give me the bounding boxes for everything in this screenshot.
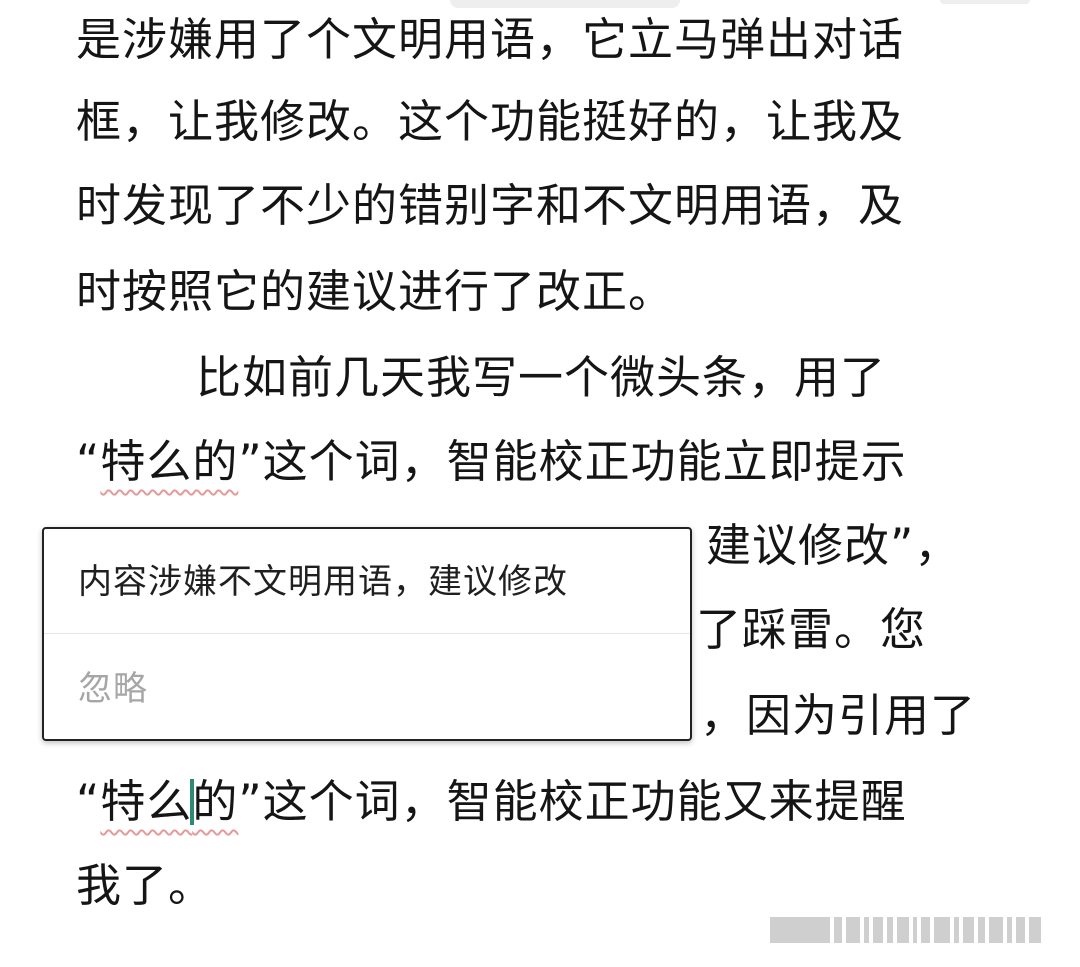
watermark-bar bbox=[846, 917, 860, 943]
watermark-bar bbox=[1007, 917, 1012, 943]
watermark-bar bbox=[954, 917, 959, 943]
text-line-3: 时发现了不少的错别字和不文明用语，及 bbox=[76, 179, 905, 232]
text-line-8-visible: 了踩雷。您 bbox=[696, 603, 927, 656]
popup-divider bbox=[44, 633, 690, 634]
watermark-barcode bbox=[770, 916, 1060, 944]
flagged-word-part-2[interactable]: 的 bbox=[192, 775, 238, 828]
text-line-10: “特么的”这个词，智能校正功能又来提醒 bbox=[76, 772, 907, 832]
suggestion-message[interactable]: 内容涉嫌不文明用语，建议修改 bbox=[78, 557, 568, 607]
watermark-bar bbox=[989, 917, 1003, 943]
ignore-button[interactable]: 忽略 bbox=[78, 664, 148, 714]
text-line-11: 我了。 bbox=[76, 859, 215, 912]
text-line-5: 比如前几天我写一个微头条，用了 bbox=[76, 348, 886, 408]
text-line-5-content: 比如前几天我写一个微头条，用了 bbox=[196, 351, 887, 404]
quote-open: “ bbox=[76, 775, 101, 828]
watermark-bar bbox=[770, 917, 830, 943]
text-line-9-visible: ，因为引用了 bbox=[700, 689, 977, 742]
quote-open: “ bbox=[76, 435, 101, 488]
watermark-bar bbox=[963, 917, 974, 943]
text-line-1: 是涉嫌用了个文明用语，它立马弹出对话 bbox=[76, 13, 905, 66]
watermark-bar bbox=[921, 917, 930, 943]
text-line-7-visible: 建议修改”， bbox=[706, 519, 961, 572]
text-line-2: 框，让我修改。这个功能挺好的，让我及 bbox=[76, 95, 905, 148]
watermark-bar bbox=[1029, 917, 1041, 943]
text-line-6-rest: ”这个词，智能校正功能立即提示 bbox=[238, 435, 907, 488]
watermark-bar bbox=[913, 917, 917, 943]
watermark-bar bbox=[978, 917, 985, 943]
watermark-bar bbox=[934, 917, 950, 943]
text-line-6: “特么的”这个词，智能校正功能立即提示 bbox=[76, 432, 907, 492]
correction-popup: 内容涉嫌不文明用语，建议修改 忽略 bbox=[42, 527, 692, 741]
watermark-bar bbox=[834, 917, 842, 943]
watermark-bar bbox=[887, 917, 893, 943]
watermark-bar bbox=[873, 917, 883, 943]
watermark-bar bbox=[897, 917, 909, 943]
flagged-word-part-1[interactable]: 特么 bbox=[100, 775, 192, 828]
watermark-bar bbox=[864, 917, 869, 943]
flagged-word[interactable]: 特么的 bbox=[100, 435, 238, 488]
text-line-10-rest: ”这个词，智能校正功能又来提醒 bbox=[238, 775, 907, 828]
text-line-4: 时按照它的建议进行了改正。 bbox=[76, 265, 675, 318]
text-editor[interactable]: 是涉嫌用了个文明用语，它立马弹出对话 框，让我修改。这个功能挺好的，让我及 时发… bbox=[0, 0, 1080, 967]
watermark-bar bbox=[1016, 917, 1025, 943]
